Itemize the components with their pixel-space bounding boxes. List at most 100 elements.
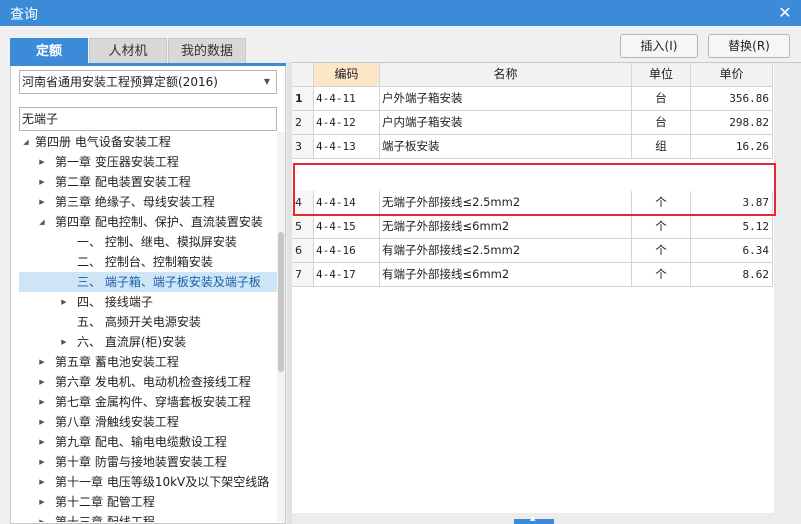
header-price[interactable]: 单价 (691, 63, 773, 87)
tree-node[interactable]: ▶ 第八章 滑触线安装工程 (19, 412, 277, 432)
tree-node-label: 第四册 电气设备安装工程 (35, 135, 171, 149)
header-name[interactable]: 名称 (380, 63, 632, 87)
tree-node[interactable]: 五、 高频开关电源安装 (19, 312, 277, 332)
row-price: 6.34 (691, 239, 773, 263)
expand-right-icon[interactable]: ▶ (37, 472, 47, 492)
row-code: 4-4-15 (314, 215, 380, 239)
row-number: 3 (292, 135, 314, 159)
tree-node[interactable]: ▶ 第十三章 配线工程 (19, 512, 277, 522)
row-unit: 组 (632, 135, 691, 159)
tree-node[interactable]: ▶ 第五章 蓄电池安装工程 (19, 352, 277, 372)
tree-node-label: 四、 接线端子 (77, 295, 153, 309)
grid-header-row: 编码 名称 单位 单价 (292, 63, 773, 87)
grid-horizontal-scrollbar[interactable]: ▲ (292, 513, 801, 524)
tree-node-label: 三、 端子箱、端子板安装及端子板 (77, 275, 261, 289)
insert-button[interactable]: 插入(I) (620, 34, 698, 58)
close-icon[interactable]: ✕ (774, 2, 796, 24)
header-code[interactable]: 编码 (314, 63, 380, 87)
header-unit[interactable]: 单位 (632, 63, 691, 87)
table-row[interactable]: 5 4-4-15 无端子外部接线≤6mm2 个 5.12 (292, 215, 773, 239)
scrollbar-thumb[interactable] (278, 232, 284, 372)
replace-button[interactable]: 替换(R) (708, 34, 790, 58)
tree-node-label: 第六章 发电机、电动机检查接线工程 (55, 375, 251, 389)
row-name: 有端子外部接线≤2.5mm2 (380, 239, 632, 263)
table-row[interactable]: 4 4-4-14 无端子外部接线≤2.5mm2 个 3.87 (292, 191, 773, 215)
tree-node[interactable]: ▶ 第三章 绝缘子、母线安装工程 (19, 192, 277, 212)
tree-node[interactable]: ◢ 第四章 配电控制、保护、直流装置安装 (19, 212, 277, 232)
header-row-number (292, 63, 314, 87)
result-panel: 编码 名称 单位 单价 1 4-4-11 户外端子箱安装 台 356.86 2 … (292, 62, 801, 524)
row-unit: 个 (632, 263, 691, 287)
row-code: 4-4-14 (314, 191, 380, 215)
row-unit: 台 (632, 87, 691, 111)
quota-book-select[interactable]: 河南省通用安装工程预算定额(2016) ▼ (19, 70, 277, 94)
expand-right-icon[interactable]: ▶ (37, 412, 47, 432)
row-price: 356.86 (691, 87, 773, 111)
tree-node[interactable]: ▶ 第十章 防雷与接地装置安装工程 (19, 452, 277, 472)
title-bar: 查询 ✕ (0, 0, 801, 26)
tree-node[interactable]: ▶ 第一章 变压器安装工程 (19, 152, 277, 172)
row-number: 7 (292, 263, 314, 287)
row-unit: 台 (632, 111, 691, 135)
table-row[interactable]: 3 4-4-13 端子板安装 组 16.26 (292, 135, 773, 159)
quota-book-value: 河南省通用安装工程预算定额(2016) (22, 75, 218, 89)
tree-node[interactable]: ▶ 第十二章 配管工程 (19, 492, 277, 512)
tab-quota[interactable]: 定额 (10, 38, 88, 64)
tree-node[interactable]: ▶ 第六章 发电机、电动机检查接线工程 (19, 372, 277, 392)
tab-label: 人材机 (108, 44, 148, 59)
row-number: 5 (292, 215, 314, 239)
expand-right-icon[interactable]: ▶ (37, 512, 47, 522)
tree-node-label: 第八章 滑触线安装工程 (55, 415, 179, 429)
row-unit: 个 (632, 191, 691, 215)
expand-right-icon[interactable]: ▶ (37, 372, 47, 392)
tree-scrollbar[interactable] (277, 132, 285, 522)
expand-right-icon[interactable]: ▶ (37, 432, 47, 452)
tree-node[interactable]: ▶ 第七章 金属构件、穿墙套板安装工程 (19, 392, 277, 412)
tab-label: 定额 (35, 44, 62, 59)
table-row[interactable]: 7 4-4-17 有端子外部接线≤6mm2 个 8.62 (292, 263, 773, 287)
expand-down-icon[interactable]: ◢ (37, 212, 47, 232)
tree-node[interactable]: ▶ 四、 接线端子 (19, 292, 277, 312)
tab-my-data[interactable]: 我的数据 (168, 38, 246, 64)
tree-node-label: 五、 高频开关电源安装 (77, 315, 201, 329)
row-code: 4-4-16 (314, 239, 380, 263)
tree-node[interactable]: 二、 控制台、控制箱安装 (19, 252, 277, 272)
tree-node-label: 第七章 金属构件、穿墙套板安装工程 (55, 395, 251, 409)
row-name: 无端子外部接线≤6mm2 (380, 215, 632, 239)
tab-labor-material-machine[interactable]: 人材机 (89, 38, 167, 64)
row-code: 4-4-12 (314, 111, 380, 135)
table-row[interactable]: 6 4-4-16 有端子外部接线≤2.5mm2 个 6.34 (292, 239, 773, 263)
tab-label: 我的数据 (180, 44, 233, 59)
tree-node-label: 一、 控制、继电、模拟屏安装 (77, 235, 237, 249)
chevron-down-icon[interactable]: ▼ (264, 71, 270, 93)
search-input[interactable]: 无端子 (19, 107, 277, 131)
tree-node[interactable]: ▶ 第二章 配电装置安装工程 (19, 172, 277, 192)
tree-node-label: 第十一章 电压等级10kV及以下架空线路 (55, 475, 270, 489)
tree-node[interactable]: ▶ 第十一章 电压等级10kV及以下架空线路 (19, 472, 277, 492)
tree-node[interactable]: 一、 控制、继电、模拟屏安装 (19, 232, 277, 252)
table-row[interactable]: 2 4-4-12 户内端子箱安装 台 298.82 (292, 111, 773, 135)
tree-node-label: 第十二章 配管工程 (55, 495, 155, 509)
row-price: 3.87 (691, 191, 773, 215)
expand-right-icon[interactable]: ▶ (59, 292, 69, 312)
tree-node-selected[interactable]: 三、 端子箱、端子板安装及端子板 (19, 272, 277, 292)
expand-right-icon[interactable]: ▶ (37, 172, 47, 192)
table-row[interactable]: 1 4-4-11 户外端子箱安装 台 356.86 (292, 87, 773, 111)
expand-right-icon[interactable]: ▶ (37, 492, 47, 512)
expand-right-icon[interactable]: ▶ (37, 452, 47, 472)
tree-node[interactable]: ▶ 六、 直流屏(柜)安装 (19, 332, 277, 352)
row-name: 端子板安装 (380, 135, 632, 159)
tree-node[interactable]: ▶ 第九章 配电、输电电缆敷设工程 (19, 432, 277, 452)
category-tree: ◢ 第四册 电气设备安装工程 ▶ 第一章 变压器安装工程 ▶ 第二章 配电装置安… (19, 132, 277, 522)
expand-right-icon[interactable]: ▶ (37, 192, 47, 212)
tree-node[interactable]: ◢ 第四册 电气设备安装工程 (19, 132, 277, 152)
expand-right-icon[interactable]: ▶ (37, 152, 47, 172)
tree-node-label: 第十三章 配线工程 (55, 515, 155, 522)
expand-right-icon[interactable]: ▶ (37, 392, 47, 412)
expand-down-icon[interactable]: ◢ (21, 132, 31, 152)
dialog-body: 定额 人材机 我的数据 插入(I) 替换(R) 河南省通用安装工程预算定额(20… (0, 26, 801, 524)
chevron-up-icon[interactable]: ▲ (530, 514, 535, 522)
expand-right-icon[interactable]: ▶ (37, 352, 47, 372)
tree-node-label: 第四章 配电控制、保护、直流装置安装 (55, 215, 263, 229)
expand-right-icon[interactable]: ▶ (59, 332, 69, 352)
